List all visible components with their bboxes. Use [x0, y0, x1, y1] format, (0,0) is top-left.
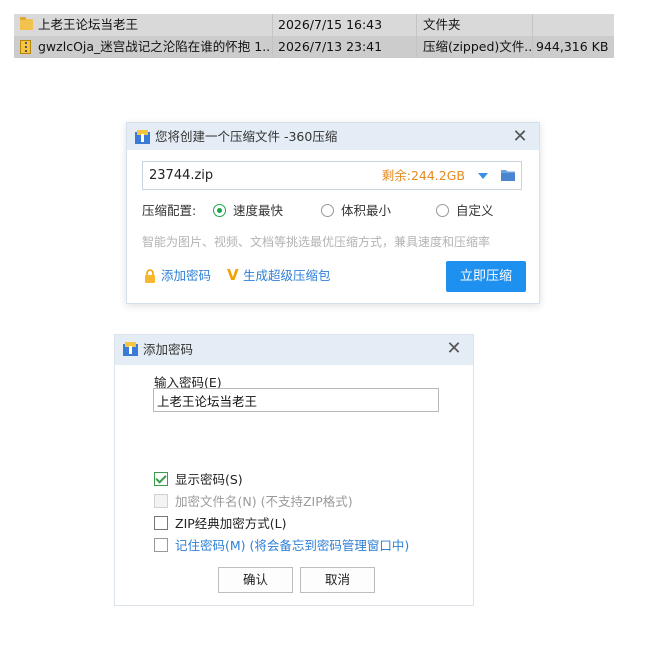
archive-app-icon [123, 342, 138, 356]
compress-now-button[interactable]: 立即压缩 [446, 261, 526, 292]
file-size [536, 14, 608, 36]
zip-file-icon [20, 36, 34, 58]
close-icon[interactable]: ✕ [509, 126, 531, 148]
dialog-title: 添加密码 [143, 342, 194, 357]
file-row[interactable]: 上老王论坛当老王 2026/7/15 16:43 文件夹 [14, 14, 614, 36]
file-name: gwzlcOja_迷宫战记之沦陷在谁的怀抱 1.... [38, 39, 270, 54]
file-type: 文件夹 [423, 17, 461, 32]
dialog-title-bar[interactable]: 添加密码 ✕ [115, 335, 473, 365]
dialog-title-bar[interactable]: 您将创建一个压缩文件 -360压缩 ✕ [127, 123, 539, 150]
compress-dialog: 您将创建一个压缩文件 -360压缩 ✕ 23744.zip 剩余:244.2GB… [126, 122, 540, 304]
file-row[interactable]: gwzlcOja_迷宫战记之沦陷在谁的怀抱 1.... 2026/7/13 23… [14, 36, 614, 58]
file-date: 2026/7/13 23:41 [278, 39, 383, 54]
cancel-button[interactable]: 取消 [300, 567, 375, 593]
config-label: 压缩配置: [142, 203, 197, 218]
file-name: 上老王论坛当老王 [38, 17, 139, 32]
archive-app-icon [135, 130, 150, 144]
filename-value: 23744.zip [149, 168, 214, 183]
dialog-title: 您将创建一个压缩文件 -360压缩 [155, 129, 338, 144]
filename-input[interactable]: 23744.zip 剩余:244.2GB [142, 161, 522, 190]
folder-icon [20, 14, 34, 36]
confirm-button[interactable]: 确认 [218, 567, 293, 593]
chevron-down-icon[interactable] [478, 173, 488, 179]
file-size: 944,316 KB [536, 39, 608, 54]
file-type: 压缩(zipped)文件... [423, 39, 533, 54]
lock-icon [145, 269, 155, 283]
password-input[interactable] [153, 388, 439, 412]
screen: 上老王论坛当老王 2026/7/15 16:43 文件夹 gwzlcOja_迷宫… [0, 0, 663, 663]
close-icon[interactable]: ✕ [443, 338, 465, 360]
folder-browse-icon[interactable] [500, 168, 516, 182]
free-space-label: 剩余:244.2GB [381, 168, 465, 183]
file-list: 上老王论坛当老王 2026/7/15 16:43 文件夹 gwzlcOja_迷宫… [14, 12, 614, 58]
hint-text: 智能为图片、视频、文档等挑选最优压缩方式，兼具速度和压缩率 [142, 235, 491, 249]
file-date: 2026/7/15 16:43 [278, 17, 383, 32]
vip-v-icon: V [227, 266, 239, 284]
password-dialog: 添加密码 ✕ 输入密码(E) 显示密码(S) 加密文件名(N) (不支持ZIP格… [114, 334, 474, 606]
